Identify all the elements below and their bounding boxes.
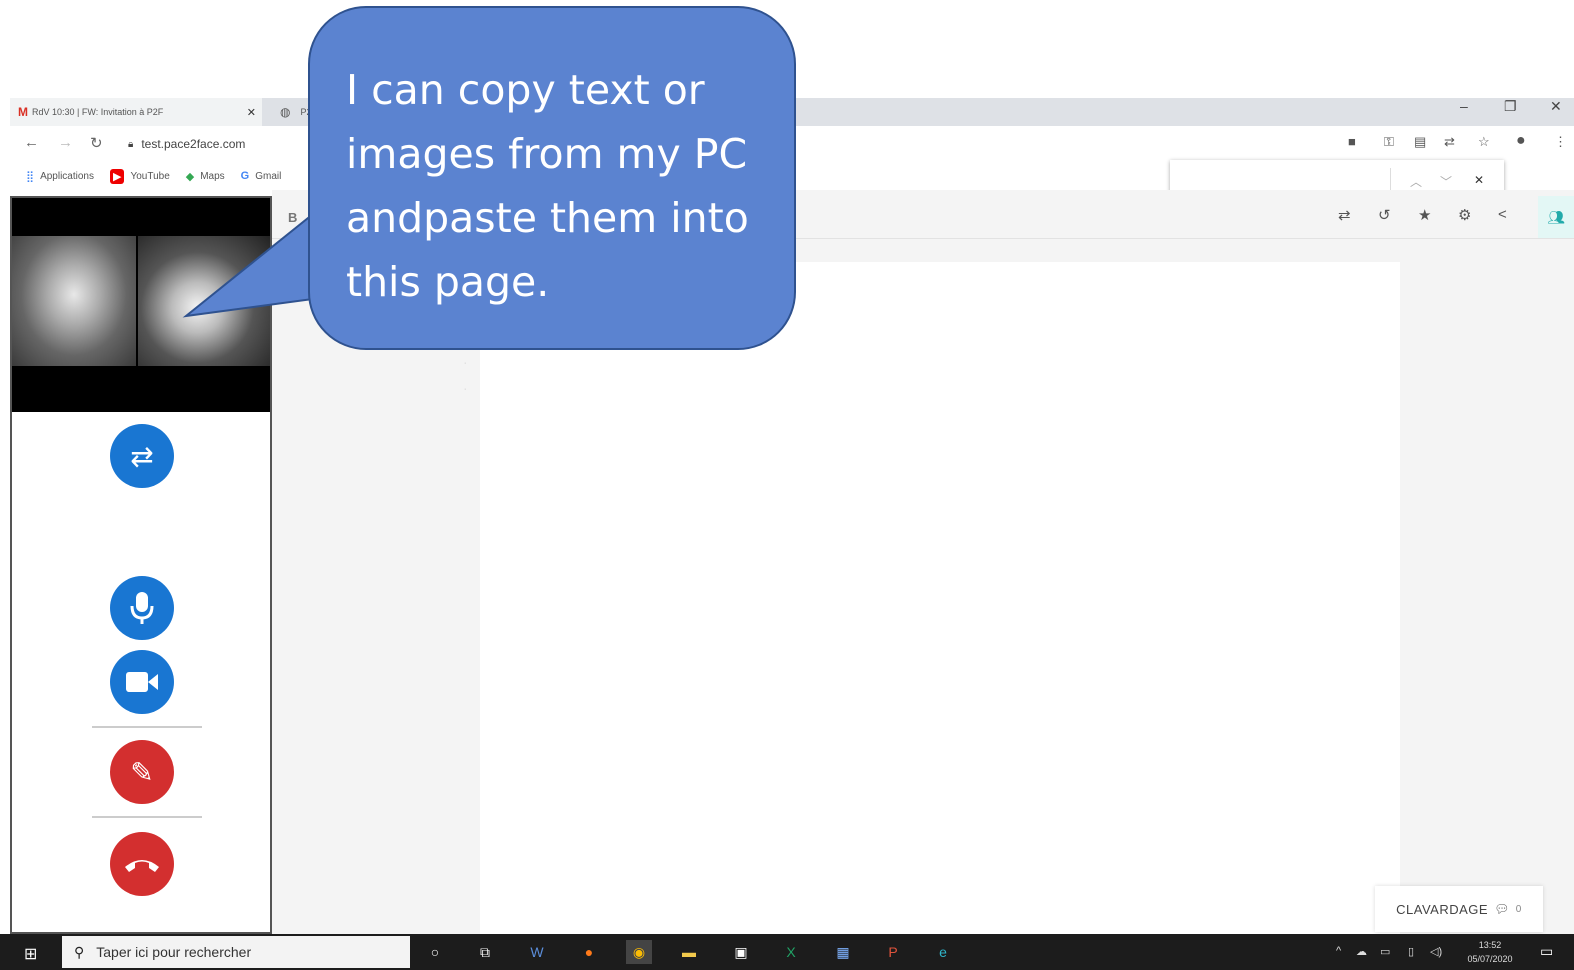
star-icon[interactable]: ★ [1418,206,1431,224]
windows-start-icon[interactable]: ⊞ [24,944,37,964]
find-close-icon[interactable]: ✕ [1474,173,1484,187]
settings-icon[interactable]: ⚙ [1458,206,1471,224]
swap-video-button[interactable]: ⇄ [110,424,174,488]
callout-bubble: I can copy text or images from my PC and… [308,6,796,350]
taskbar-search[interactable]: ⚲ Taper ici pour rechercher [62,936,410,968]
chrome-icon[interactable]: ◉ [626,940,652,964]
restore-icon[interactable]: ❐ [1504,98,1517,115]
word-icon[interactable]: W [524,940,550,964]
find-next-icon[interactable]: ﹀ [1440,173,1452,190]
close-window-icon[interactable]: ✕ [1550,98,1562,115]
divider [92,726,202,728]
store-icon[interactable]: ▣ [728,940,754,964]
task-view-icon[interactable]: ⧉ [472,940,498,964]
annotate-button[interactable]: ✎ [110,740,174,804]
find-previous-icon[interactable]: ︿ [1410,173,1422,190]
menu-icon[interactable]: ⋮ [1554,134,1567,150]
callout-text: I can copy text or images from my PC and… [346,66,749,306]
network-icon[interactable]: ▭ [1380,945,1390,958]
swap-icon[interactable]: ⇄ [1338,206,1351,224]
microphone-button[interactable] [110,576,174,640]
file-explorer-icon[interactable]: ▬ [676,940,702,964]
swap-icon: ⇄ [130,440,154,472]
excel-icon[interactable]: X [778,940,804,964]
edge-icon[interactable]: e [930,940,956,964]
hang-up-button[interactable] [110,832,174,896]
profile-icon[interactable]: ● [1516,132,1526,150]
star-icon[interactable]: ☆ [1478,134,1490,150]
divider [92,816,202,818]
people-icon: 👥︎ [1547,208,1565,225]
hang-up-icon [125,860,159,872]
search-icon: ⚲ [74,943,85,960]
chat-label: CLAVARDAGE [1396,901,1489,917]
history-icon[interactable]: ↺ [1378,206,1391,224]
taskbar: ⊞ ⚲ Taper ici pour rechercher ○ ⧉ W ● ◉ … [0,934,1574,970]
search-placeholder: Taper ici pour rechercher [96,944,252,960]
minimize-icon[interactable]: – [1460,98,1468,114]
camera-button[interactable] [110,650,174,714]
video-camera-icon [126,672,158,692]
firefox-icon[interactable]: ● [576,940,602,964]
clock[interactable]: 13:52 05/07/2020 [1460,938,1520,966]
document-page[interactable] [480,262,1400,934]
clipboard-icon[interactable]: ▤ [1414,134,1426,150]
powerpoint-icon[interactable]: P [880,940,906,964]
volume-icon[interactable]: ◁) [1430,945,1442,958]
battery-icon[interactable]: ▯ [1408,945,1414,958]
onedrive-icon[interactable]: ☁ [1356,945,1367,958]
chat-count: 0 [1515,903,1522,915]
calculator-icon[interactable]: ▦ [830,940,856,964]
date: 05/07/2020 [1467,954,1513,964]
participants-button[interactable]: 👥︎ [1538,196,1574,238]
share-icon[interactable]: < [1498,206,1507,223]
chat-icon: 💬︎ [1494,902,1510,916]
notifications-icon[interactable]: ▭ [1540,943,1553,960]
microphone-icon [130,592,154,624]
key-icon[interactable]: ⚿ [1384,134,1394,150]
time: 13:52 [1478,940,1502,950]
camera-icon[interactable]: ■ [1348,134,1356,149]
pencil-icon: ✎ [130,756,154,788]
translate-icon[interactable]: ⇄ [1444,134,1455,150]
cortana-icon[interactable]: ○ [422,940,448,964]
tray-expand-icon[interactable]: ^ [1336,945,1341,957]
chat-button[interactable]: CLAVARDAGE 💬︎ 0 [1375,886,1543,932]
